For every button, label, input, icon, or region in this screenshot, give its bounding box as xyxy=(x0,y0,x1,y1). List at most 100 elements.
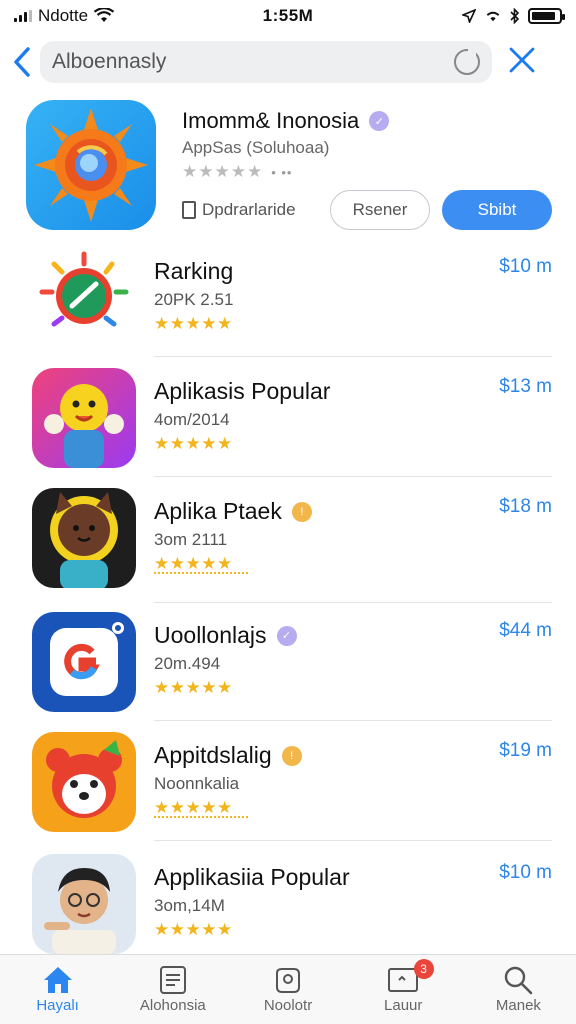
search-row xyxy=(0,40,576,84)
tab-bar: Hayalı Alohonsia Noolotr Lauur 3 Manek xyxy=(0,954,576,1024)
wifi-icon xyxy=(486,11,500,22)
app-icon[interactable] xyxy=(32,732,136,832)
row-divider xyxy=(154,356,552,357)
status-left: Ndotte xyxy=(14,6,214,26)
status-time: 1:55M xyxy=(262,6,314,25)
app-meta: Noonnkalia xyxy=(154,774,240,793)
app-list-item[interactable]: Appitdslalig! Noonnkalia ★★★★★ $19 m xyxy=(0,724,576,844)
tab-label: Noolotr xyxy=(263,997,313,1014)
star-rating-icon: ★★★★★ xyxy=(154,554,233,573)
app-rating: ★★★★★ xyxy=(154,554,233,574)
app-meta: 3om,14M xyxy=(154,896,225,915)
app-rating: ★★★★★ xyxy=(154,314,233,334)
search-icon xyxy=(503,963,533,997)
rating-detail-line xyxy=(154,816,248,820)
app-list-item[interactable]: Applikasiia Popular 3om,14M ★★★★★ $10 m xyxy=(0,846,576,966)
app-name-text: Applikasiia Popular xyxy=(154,864,350,890)
featured-details-link[interactable]: Dpdrarlaride xyxy=(182,200,296,220)
bluetooth-icon xyxy=(510,8,520,24)
app-list-item[interactable]: Uoollonlajs ✓ 20m.494 ★★★★★ $44 m xyxy=(0,604,576,724)
tab-updates[interactable]: Lauur 3 xyxy=(346,955,461,1024)
app-price[interactable]: $10 m xyxy=(499,862,552,884)
app-name[interactable]: Aplikasis Popular xyxy=(154,378,330,405)
primary-button[interactable]: Sbibt xyxy=(442,190,552,230)
close-icon xyxy=(509,47,535,72)
tab-search[interactable]: Manek xyxy=(461,955,576,1024)
app-name-text: Aplikasis Popular xyxy=(154,378,331,404)
star-rating-icon: ★★★★★ xyxy=(154,920,233,939)
box-icon xyxy=(273,963,303,997)
app-name[interactable]: Aplika Ptaek! xyxy=(154,498,312,525)
app-name-text: Appitdslalig xyxy=(154,742,272,768)
app-meta: 4om/2014 xyxy=(154,410,230,429)
app-list-item[interactable]: Aplika Ptaek! 3om 2111 ★★★★★ $18 m xyxy=(0,480,576,603)
app-icon[interactable] xyxy=(32,854,136,954)
battery-level xyxy=(532,12,556,20)
verified-icon: ✓ xyxy=(369,111,390,131)
app-name[interactable]: Rarking xyxy=(154,258,233,285)
search-input[interactable] xyxy=(52,50,454,74)
more-icon: • •• xyxy=(271,165,293,180)
rating-detail-line xyxy=(154,572,248,576)
location-icon xyxy=(462,9,476,23)
chevron-left-icon xyxy=(14,47,30,77)
app-icon[interactable] xyxy=(32,248,136,348)
app-rating: ★★★★★ xyxy=(154,434,233,454)
carrier-label: Ndotte xyxy=(38,6,89,25)
app-name[interactable]: Uoollonlajs ✓ xyxy=(154,622,297,649)
tab-label: Lauur xyxy=(384,997,423,1014)
app-rating: ★★★★★ xyxy=(154,678,233,698)
featured-title[interactable]: Imomm& Inonosia ✓ xyxy=(182,108,390,134)
star-rating-icon: ★★★★★ xyxy=(182,162,264,181)
badge-icon: ✓ xyxy=(276,625,297,646)
row-divider xyxy=(154,602,552,603)
search-box[interactable] xyxy=(40,41,492,83)
star-rating-icon: ★★★★★ xyxy=(154,314,233,333)
app-icon[interactable] xyxy=(32,612,136,712)
app-name-text: Aplika Ptaek xyxy=(154,498,282,524)
app-price[interactable]: $44 m xyxy=(499,620,552,642)
featured-app[interactable]: Imomm& Inonosia ✓ AppSas (Soluhoaa) ★★★★… xyxy=(26,100,556,234)
star-rating-icon: ★★★★★ xyxy=(154,678,233,697)
tab-label: Hayalı xyxy=(36,997,79,1014)
app-name[interactable]: Applikasiia Popular xyxy=(154,864,350,891)
document-icon xyxy=(159,963,187,997)
row-divider xyxy=(154,476,552,477)
badge-icon: ! xyxy=(281,745,302,766)
app-price[interactable]: $10 m xyxy=(499,256,552,278)
featured-link-label: Dpdrarlaride xyxy=(202,200,296,219)
app-icon[interactable] xyxy=(32,488,136,588)
wifi-icon xyxy=(94,8,115,22)
tab-documents[interactable]: Alohonsia xyxy=(115,955,230,1024)
app-icon[interactable] xyxy=(32,368,136,468)
app-price[interactable]: $18 m xyxy=(499,496,552,518)
status-bar: Ndotte 1:55M xyxy=(0,0,576,32)
featured-app-icon[interactable] xyxy=(26,100,156,230)
featured-title-text: Imomm& Inonosia xyxy=(182,108,360,133)
featured-subtitle: AppSas (Soluhoaa) xyxy=(182,138,330,157)
row-divider xyxy=(154,720,552,721)
notification-badge: 3 xyxy=(413,959,434,979)
star-rating-icon: ★★★★★ xyxy=(154,798,233,817)
app-price[interactable]: $19 m xyxy=(499,740,552,762)
refresh-icon[interactable] xyxy=(454,48,480,75)
app-price[interactable]: $13 m xyxy=(499,376,552,398)
tab-box[interactable]: Noolotr xyxy=(230,955,345,1024)
tab-label: Manek xyxy=(495,997,541,1014)
featured-rating: ★★★★★ • •• xyxy=(182,162,292,182)
tab-label: Alohonsia xyxy=(139,997,206,1014)
signal-icon xyxy=(14,10,32,22)
app-name-text: Uoollonlajs xyxy=(154,622,267,648)
secondary-button[interactable]: Rsener xyxy=(330,190,430,230)
tab-home[interactable]: Hayalı xyxy=(0,955,115,1024)
badge-icon: ! xyxy=(291,501,312,522)
star-rating-icon: ★★★★★ xyxy=(154,434,233,453)
close-button[interactable] xyxy=(492,44,552,81)
app-meta: 20m.494 xyxy=(154,654,221,673)
back-button[interactable] xyxy=(4,40,40,84)
app-name[interactable]: Appitdslalig! xyxy=(154,742,302,769)
document-icon xyxy=(182,201,196,219)
app-list-item[interactable]: Rarking 20PK 2.51 ★★★★★ $10 m xyxy=(0,240,576,360)
app-list-item[interactable]: Aplikasis Popular 4om/2014 ★★★★★ $13 m xyxy=(0,360,576,480)
app-meta: 20PK 2.51 xyxy=(154,290,234,309)
